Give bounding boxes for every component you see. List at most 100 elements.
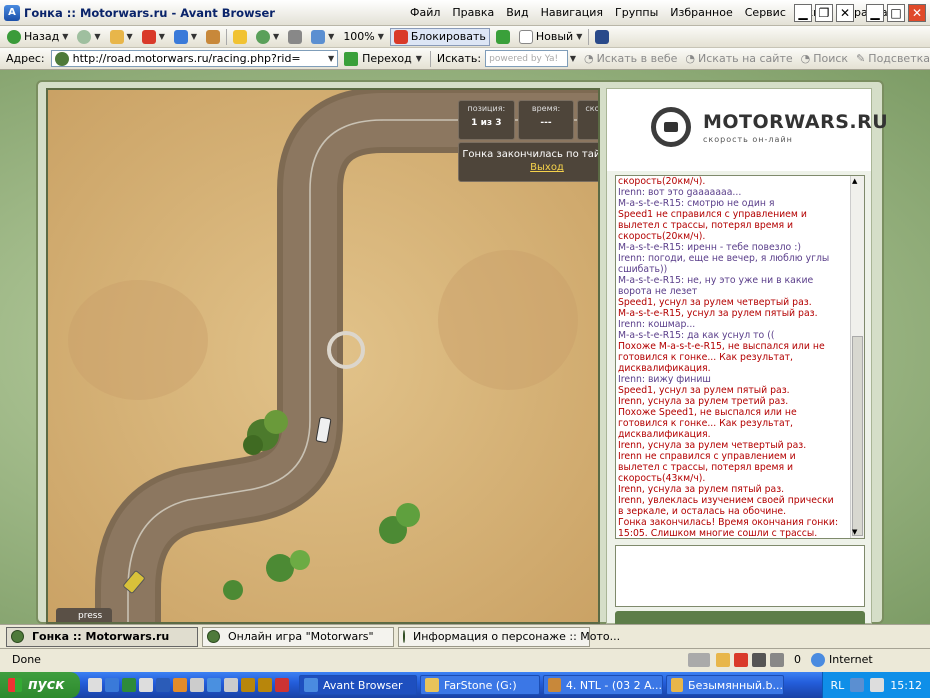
chat-message: M-a-s-t-e-R15, уснул за рулем пятый раз. bbox=[618, 308, 818, 319]
task-paint[interactable]: Безымянный.b... bbox=[666, 675, 784, 695]
zoom-dropdown[interactable]: 100% ▼ bbox=[340, 28, 387, 46]
windows-logo-icon bbox=[8, 678, 22, 692]
minimize-icon[interactable]: ▁ bbox=[794, 4, 812, 22]
block-icon bbox=[393, 29, 408, 44]
print-button[interactable] bbox=[285, 28, 305, 46]
quick-launch-icon[interactable] bbox=[258, 678, 272, 692]
menu-tools[interactable]: Сервис bbox=[745, 6, 786, 19]
word-icon[interactable] bbox=[156, 678, 170, 692]
find-button[interactable]: ◔ Поиск bbox=[801, 52, 848, 65]
star-icon bbox=[233, 29, 247, 44]
forward-arrow-icon bbox=[77, 29, 92, 44]
block-popups-button[interactable]: Блокировать bbox=[389, 27, 490, 46]
race-track-view[interactable]: позиция: 1 из 3 время: --- скорость: ---… bbox=[46, 88, 600, 624]
chat-message: Irenn, уснула за рулем четвертый раз. bbox=[618, 440, 807, 451]
tray-icon[interactable] bbox=[870, 678, 885, 692]
browser-tabs: Гонка :: Motorwars.ru Онлайн игра "Motor… bbox=[0, 624, 930, 648]
close-tab-icon[interactable]: ✕ bbox=[836, 4, 854, 22]
tray-icon[interactable] bbox=[850, 678, 865, 692]
language-indicator[interactable]: RL bbox=[831, 679, 845, 692]
quick-launch-icon[interactable] bbox=[173, 678, 187, 692]
menu-edit[interactable]: Правка bbox=[452, 6, 494, 19]
quick-launch-icon[interactable] bbox=[275, 678, 289, 692]
chat-input[interactable] bbox=[615, 545, 865, 607]
window-maximize-icon[interactable]: □ bbox=[887, 4, 905, 22]
security-icon[interactable] bbox=[770, 652, 784, 667]
url-input[interactable]: http://road.motorwars.ru/racing.php?rid=… bbox=[50, 50, 339, 67]
quick-launch-icon[interactable] bbox=[207, 678, 221, 692]
forward-button[interactable]: ▼ bbox=[74, 28, 103, 46]
restore-icon[interactable]: ❐ bbox=[815, 4, 833, 22]
task-avant-browser[interactable]: Avant Browser bbox=[299, 675, 417, 695]
folder-icon bbox=[425, 678, 439, 692]
hud-position-label: позиция: bbox=[467, 104, 506, 113]
start-button[interactable]: пуск bbox=[0, 672, 80, 698]
back-button[interactable]: Назад ▼ bbox=[4, 28, 71, 46]
history-button[interactable]: ▼ bbox=[253, 28, 282, 46]
exit-link[interactable]: Выход bbox=[459, 162, 598, 173]
task-farstone[interactable]: FarStone (G:) bbox=[420, 675, 540, 695]
title-bar: A Гонка :: Motorwars.ru - Avant Browser … bbox=[0, 0, 930, 26]
tab-character-info[interactable]: Информация о персонаже :: Мото... bbox=[398, 626, 620, 647]
popup-blocked-icon[interactable] bbox=[734, 652, 748, 667]
quick-launch-icon[interactable] bbox=[190, 678, 204, 692]
menu-navigation[interactable]: Навигация bbox=[541, 6, 603, 19]
quick-launch-icon[interactable] bbox=[224, 678, 238, 692]
go-button[interactable]: Переход ▼ bbox=[344, 51, 422, 66]
search-input[interactable]: powered by Ya! bbox=[485, 50, 568, 67]
internet-zone-icon bbox=[811, 652, 825, 667]
favorites-button[interactable] bbox=[230, 28, 250, 46]
task-label: Avant Browser bbox=[323, 678, 403, 692]
tab-label: Гонка :: Motorwars.ru bbox=[32, 630, 170, 643]
quick-launch bbox=[88, 678, 289, 692]
view-button[interactable]: ▼ bbox=[308, 28, 337, 46]
tab-race[interactable]: Гонка :: Motorwars.ru bbox=[6, 626, 198, 647]
search-site-button[interactable]: ◔ Искать на сайте bbox=[685, 52, 792, 65]
flash-button[interactable] bbox=[493, 28, 513, 46]
system-clock: 15:12 bbox=[890, 678, 922, 692]
binoculars-button[interactable] bbox=[592, 28, 612, 46]
menu-groups[interactable]: Группы bbox=[615, 6, 658, 19]
press-label: press bbox=[78, 611, 103, 621]
refresh-button[interactable]: ▼ bbox=[171, 28, 200, 46]
status-panel-icon[interactable] bbox=[688, 652, 710, 667]
address-bar: Адрес: http://road.motorwars.ru/racing.p… bbox=[0, 48, 930, 70]
search-web-button[interactable]: ◔ Искать в вебе bbox=[584, 52, 677, 65]
chat-message: M-a-s-t-e-R15: смотрю не один я bbox=[618, 198, 775, 209]
highlight-button[interactable]: ✎ Подсветка bbox=[856, 52, 930, 65]
tab-online-game[interactable]: Онлайн игра "Motorwars" bbox=[202, 626, 394, 647]
scroll-down-icon[interactable]: ▼ bbox=[852, 528, 857, 536]
excel-icon[interactable] bbox=[122, 678, 136, 692]
quick-launch-icon[interactable] bbox=[105, 678, 119, 692]
new-window-button[interactable]: Новый ▼ bbox=[516, 28, 585, 46]
quick-launch-icon[interactable] bbox=[88, 678, 102, 692]
up-button[interactable]: ▼ bbox=[107, 28, 136, 46]
chat-message: дисквалификация. bbox=[618, 363, 711, 374]
search-engine-dropdown-icon[interactable]: ▼ bbox=[570, 54, 576, 63]
stop-button[interactable]: ▼ bbox=[139, 28, 168, 46]
menu-view[interactable]: Вид bbox=[506, 6, 528, 19]
window-minimize-icon[interactable]: ▁ bbox=[866, 4, 884, 22]
url-dropdown-icon[interactable]: ▼ bbox=[328, 54, 334, 63]
side-panel-footer bbox=[615, 611, 865, 624]
go-label: Переход bbox=[362, 52, 412, 65]
chat-scroll-thumb[interactable] bbox=[852, 336, 863, 536]
refresh-icon bbox=[173, 29, 188, 44]
scroll-up-icon[interactable]: ▲ bbox=[852, 177, 857, 185]
quick-launch-icon[interactable] bbox=[139, 678, 153, 692]
chat-message: 15:05. Слишком многие сошли с трассы. bbox=[618, 528, 818, 539]
settings-icon[interactable] bbox=[752, 652, 766, 667]
window-close-icon[interactable]: ✕ bbox=[908, 4, 926, 22]
quick-launch-icon[interactable] bbox=[241, 678, 255, 692]
task-ntl[interactable]: 4. NTL - (03 2 A... bbox=[543, 675, 663, 695]
chat-scrollbar[interactable]: ▲ ▼ bbox=[850, 176, 864, 538]
press-button[interactable]: press bbox=[56, 608, 112, 622]
menu-favorites[interactable]: Избранное bbox=[670, 6, 732, 19]
home-button[interactable] bbox=[203, 28, 223, 46]
flash-icon[interactable] bbox=[716, 652, 730, 667]
race-chat-log[interactable]: скорость(20км/ч). Irenn: вот это gaaaaaaa… bbox=[615, 175, 865, 539]
chat-message: M-a-s-t-e-R15: да как уснул то (( bbox=[618, 330, 775, 341]
status-count: 0 bbox=[794, 653, 801, 666]
menu-file[interactable]: Файл bbox=[410, 6, 440, 19]
status-text: Done bbox=[12, 653, 41, 666]
